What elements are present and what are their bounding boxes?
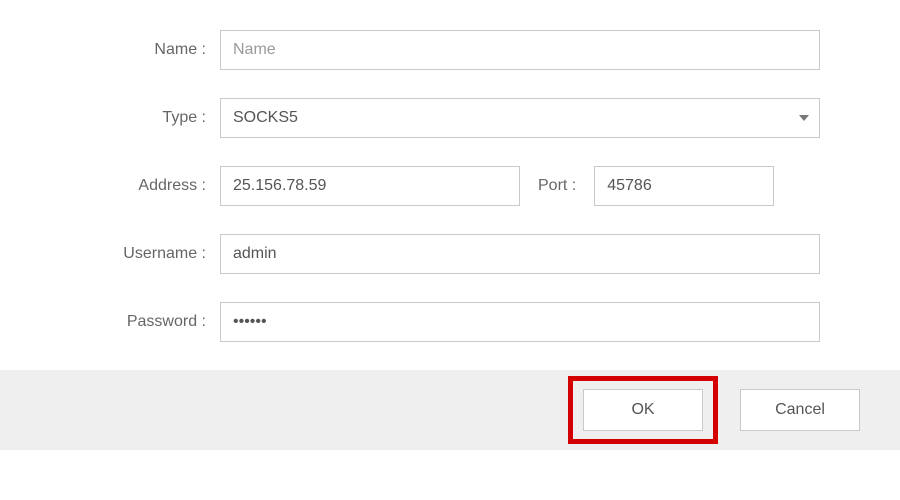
ok-highlight-box: OK — [568, 376, 718, 444]
cancel-button[interactable]: Cancel — [740, 389, 860, 431]
address-label: Address : — [80, 177, 220, 195]
type-select[interactable]: SOCKS5 — [220, 98, 820, 138]
dialog-footer: OK Cancel — [0, 370, 900, 450]
row-username: Username : — [80, 234, 820, 274]
type-label: Type : — [80, 109, 220, 127]
port-label: Port : — [538, 177, 576, 195]
row-type: Type : SOCKS5 — [80, 98, 820, 138]
row-address: Address : Port : — [80, 166, 820, 206]
chevron-down-icon — [799, 115, 809, 121]
proxy-config-form: Name : Type : SOCKS5 Address : Port : Us… — [0, 0, 900, 342]
port-input[interactable] — [594, 166, 774, 206]
name-label: Name : — [80, 41, 220, 59]
ok-button[interactable]: OK — [583, 389, 703, 431]
address-input[interactable] — [220, 166, 520, 206]
row-password: Password : — [80, 302, 820, 342]
name-input[interactable] — [220, 30, 820, 70]
password-input[interactable] — [220, 302, 820, 342]
password-label: Password : — [80, 313, 220, 331]
row-name: Name : — [80, 30, 820, 70]
username-label: Username : — [80, 245, 220, 263]
username-input[interactable] — [220, 234, 820, 274]
type-selected-value: SOCKS5 — [233, 109, 298, 127]
